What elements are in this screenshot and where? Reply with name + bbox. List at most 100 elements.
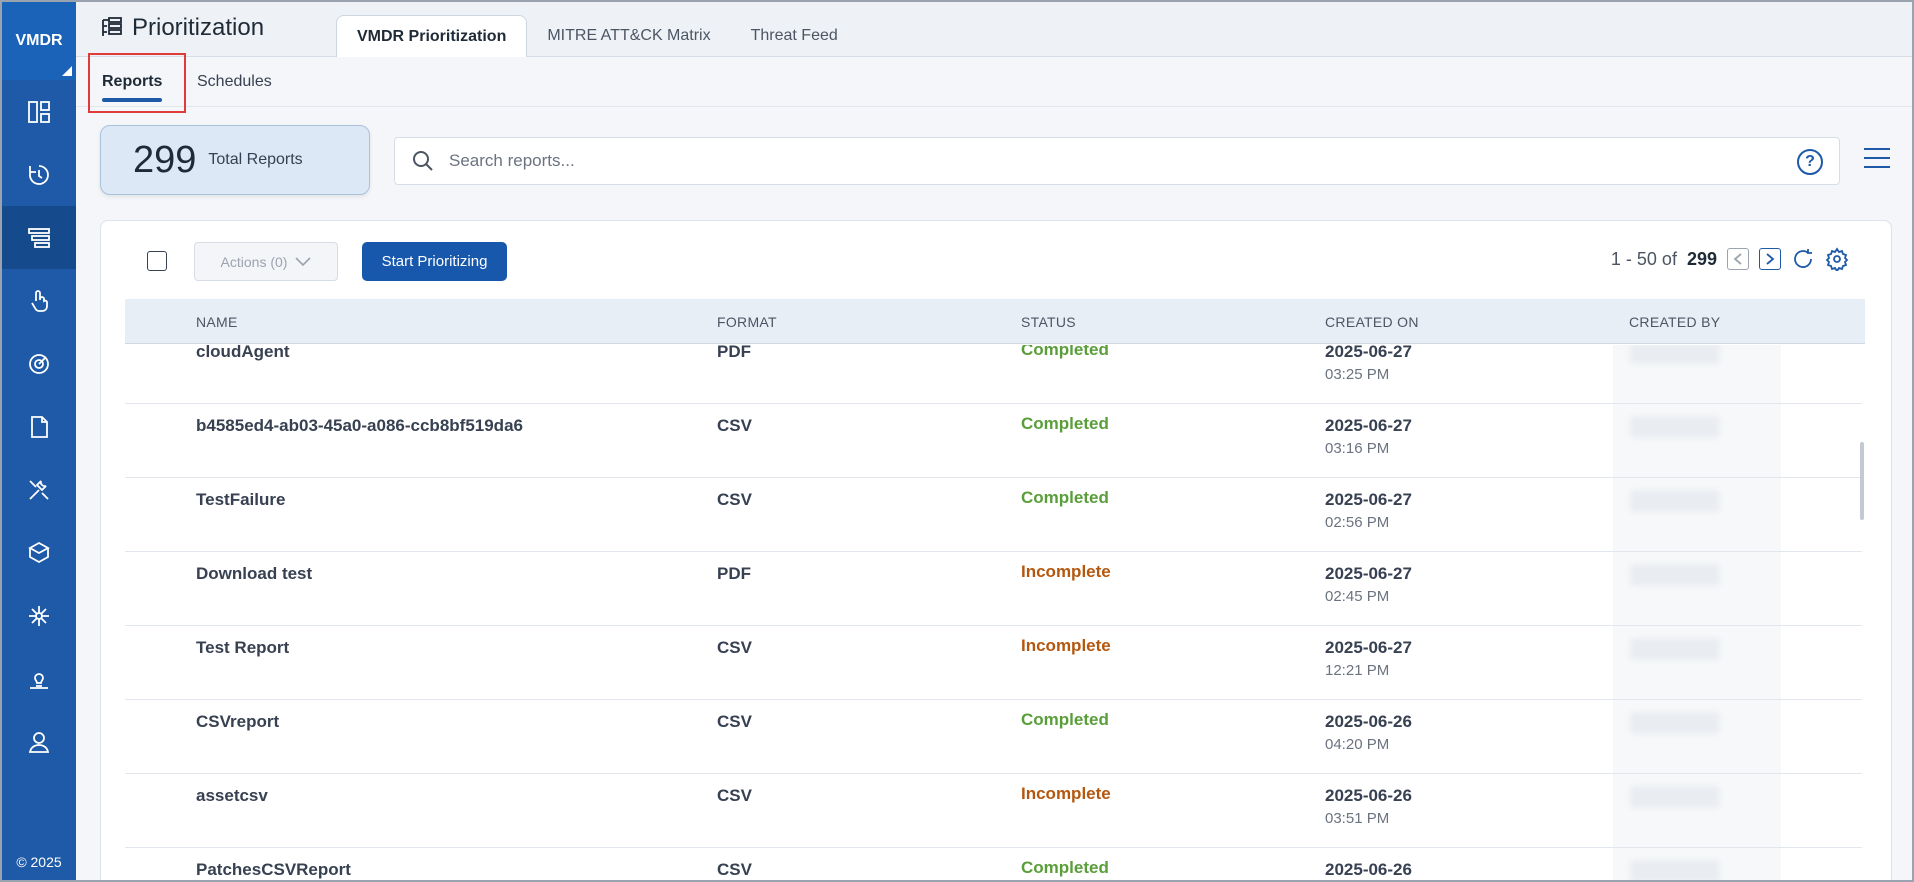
- hamburger-menu-icon[interactable]: [1864, 148, 1890, 170]
- total-reports-count: 299: [133, 138, 197, 181]
- report-status: Completed: [1021, 858, 1109, 877]
- sidebar-item-history[interactable]: [2, 143, 76, 206]
- report-name[interactable]: assetcsv: [196, 786, 268, 806]
- redacted-creator: [1630, 416, 1720, 438]
- previous-page-button[interactable]: [1727, 248, 1749, 270]
- prioritization-icon: [28, 227, 50, 248]
- table-row[interactable]: assetcsv CSV Incomplete 2025-06-26 03:51…: [125, 774, 1862, 848]
- prioritization-icon: [102, 17, 122, 36]
- search-input[interactable]: [449, 151, 1749, 171]
- report-date: 2025-06-27: [1325, 490, 1412, 509]
- actions-dropdown[interactable]: Actions (0): [194, 242, 338, 281]
- pagination-total: 299: [1686, 248, 1717, 269]
- table-row[interactable]: b4585ed4-ab03-45a0-a086-ccb8bf519da6 CSV…: [125, 404, 1862, 478]
- report-name[interactable]: Test Report: [196, 638, 289, 658]
- report-date: 2025-06-26: [1325, 786, 1412, 805]
- chevron-down-icon: [295, 256, 312, 266]
- redacted-creator: [1630, 564, 1720, 586]
- search-bar: ?: [394, 137, 1840, 185]
- tab-threat-feed[interactable]: Threat Feed: [731, 15, 858, 57]
- history-icon: [29, 164, 49, 185]
- sidebar-item-insights[interactable]: [2, 647, 76, 710]
- column-header-format[interactable]: FORMAT: [717, 299, 777, 344]
- table-row[interactable]: TestFailure CSV Completed 2025-06-27 02:…: [125, 478, 1862, 552]
- pagination: 1 - 50 of 299: [1611, 247, 1849, 271]
- redacted-creator: [1630, 490, 1720, 512]
- redacted-creator: [1630, 786, 1720, 808]
- sidebar-item-prioritization[interactable]: [2, 206, 76, 269]
- report-status: Incomplete: [1021, 784, 1111, 803]
- sidebar-item-user[interactable]: [2, 710, 76, 773]
- table-toolbar: Actions (0) Start Prioritizing 1 - 50 of…: [101, 221, 1891, 301]
- tab-mitre-attack-matrix[interactable]: MITRE ATT&CK Matrix: [527, 15, 730, 57]
- next-page-button[interactable]: [1759, 248, 1781, 270]
- report-name[interactable]: CSVreport: [196, 712, 279, 732]
- subtab-schedules-label: Schedules: [197, 73, 272, 90]
- lamp-icon: [30, 672, 48, 689]
- report-format: CSV: [717, 416, 752, 435]
- sidebar-item-network[interactable]: [2, 584, 76, 647]
- sidebar-item-tools[interactable]: [2, 458, 76, 521]
- sidebar-item-radar[interactable]: [2, 332, 76, 395]
- sidebar-item-assets[interactable]: [2, 521, 76, 584]
- tools-icon: [29, 479, 49, 500]
- table-row[interactable]: cloudAgent PDF Completed 2025-06-27 03:2…: [125, 345, 1862, 404]
- report-name[interactable]: PatchesCSVReport: [196, 860, 351, 880]
- table-row[interactable]: Test Report CSV Incomplete 2025-06-27 12…: [125, 626, 1862, 700]
- column-header-status[interactable]: STATUS: [1021, 299, 1076, 344]
- actions-dropdown-label: Actions (0): [220, 253, 288, 270]
- report-time: 12:21 PM: [1325, 662, 1390, 679]
- column-header-created-on[interactable]: CREATED ON: [1325, 299, 1419, 344]
- tab-vmdr-prioritization[interactable]: VMDR Prioritization: [336, 15, 528, 57]
- report-status: Completed: [1021, 488, 1109, 507]
- report-format: PDF: [717, 345, 751, 361]
- report-status: Incomplete: [1021, 636, 1111, 655]
- report-format: CSV: [717, 638, 752, 657]
- report-date: 2025-06-27: [1325, 416, 1412, 435]
- column-header-created-by[interactable]: CREATED BY: [1629, 299, 1720, 344]
- subtab-schedules[interactable]: Schedules: [197, 57, 272, 107]
- report-time: 02:45 PM: [1325, 588, 1390, 605]
- header: Prioritization VMDR Prioritization MITRE…: [76, 2, 1912, 57]
- report-format: CSV: [717, 860, 752, 879]
- reports-panel: Actions (0) Start Prioritizing 1 - 50 of…: [100, 220, 1892, 880]
- report-format: PDF: [717, 564, 751, 583]
- column-header-name[interactable]: NAME: [196, 299, 238, 344]
- report-time: 02:56 PM: [1325, 514, 1390, 531]
- settings-gear-icon[interactable]: [1825, 247, 1849, 271]
- top-tabs: VMDR Prioritization MITRE ATT&CK Matrix …: [336, 15, 858, 57]
- table-header: NAME FORMAT STATUS CREATED ON CREATED BY: [125, 299, 1865, 344]
- pagination-range: 1 - 50 of: [1610, 248, 1677, 269]
- sidebar-item-touch[interactable]: [2, 269, 76, 332]
- report-name[interactable]: b4585ed4-ab03-45a0-a086-ccb8bf519da6: [196, 416, 523, 436]
- report-format: CSV: [717, 490, 752, 509]
- document-icon: [31, 415, 48, 438]
- report-status: Completed: [1021, 345, 1109, 359]
- redacted-creator: [1630, 345, 1720, 364]
- redacted-creator: [1630, 860, 1720, 880]
- report-date: 2025-06-27: [1325, 638, 1412, 657]
- search-icon: [413, 151, 433, 171]
- table-scrollbar[interactable]: [1860, 442, 1864, 520]
- cube-icon: [28, 541, 50, 563]
- brand-menu[interactable]: VMDR: [2, 2, 76, 80]
- report-format: CSV: [717, 786, 752, 805]
- sidebar-item-documents[interactable]: [2, 395, 76, 458]
- table-body: cloudAgent PDF Completed 2025-06-27 03:2…: [125, 345, 1865, 880]
- sidebar-item-dashboard[interactable]: [2, 80, 76, 143]
- help-icon[interactable]: ?: [1797, 149, 1823, 175]
- select-all-checkbox[interactable]: [147, 251, 167, 271]
- table-row[interactable]: PatchesCSVReport CSV Completed 2025-06-2…: [125, 848, 1862, 880]
- table-row[interactable]: CSVreport CSV Completed 2025-06-26 04:20…: [125, 700, 1862, 774]
- report-name[interactable]: Download test: [196, 564, 312, 584]
- report-name[interactable]: cloudAgent: [196, 345, 290, 362]
- report-name[interactable]: TestFailure: [196, 490, 285, 510]
- report-format: CSV: [717, 712, 752, 731]
- table-row[interactable]: Download test PDF Incomplete 2025-06-27 …: [125, 552, 1862, 626]
- start-prioritizing-button[interactable]: Start Prioritizing: [362, 242, 507, 281]
- brand-label: VMDR: [15, 32, 63, 49]
- refresh-icon[interactable]: [1791, 247, 1815, 271]
- app-window: VMDR © 2025 Prioritization VMDR Prioriti…: [0, 0, 1914, 882]
- touch-icon: [31, 289, 48, 312]
- report-date: 2025-06-26: [1325, 860, 1412, 879]
